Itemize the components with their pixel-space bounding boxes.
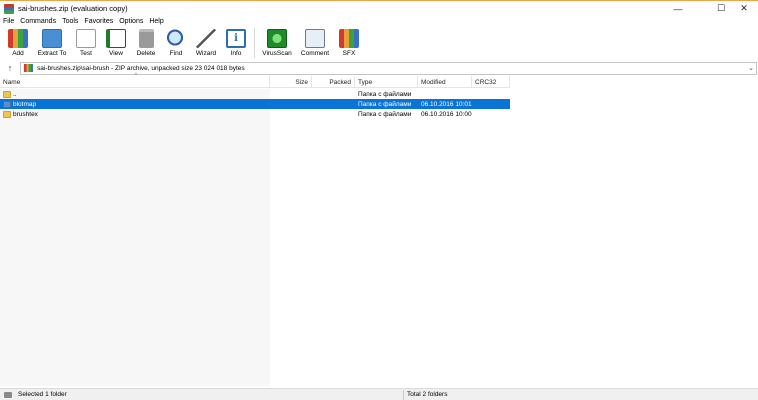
winrar-app-icon [4, 3, 14, 14]
column-header-type[interactable]: Type [355, 76, 418, 88]
row-type: Папка с файлами [358, 100, 412, 108]
toolbar-separator [254, 28, 255, 58]
name-column-background [0, 89, 270, 386]
row-packed [312, 109, 355, 119]
sfx-icon [339, 29, 359, 48]
archive-icon [24, 64, 33, 72]
add-archive-icon [8, 29, 28, 48]
menu-options[interactable]: Options [119, 18, 143, 25]
status-bar: Selected 1 folder Total 2 folders [0, 388, 758, 400]
archive-path-box[interactable]: sai-brushes.zip\sai-brush - ZIP archive,… [20, 61, 757, 75]
comment-icon [305, 29, 325, 48]
wizard-button[interactable]: Wizard [191, 27, 221, 60]
extract-to-button-label: Extract To [37, 50, 67, 57]
row-name-cell: blotmap [0, 99, 270, 109]
row-packed [312, 89, 355, 99]
table-row-parent[interactable]: .. Папка с файлами [0, 89, 510, 99]
close-button[interactable]: ✕ [730, 1, 758, 16]
path-dropdown-icon[interactable]: ⌄ [746, 64, 756, 72]
title-bar: sai-brushes.zip (evaluation copy) — ☐ ✕ [0, 0, 758, 16]
wizard-button-label: Wizard [195, 50, 217, 57]
row-modified: 06.10.2016 10:01 [421, 100, 472, 108]
menu-commands[interactable]: Commands [20, 18, 56, 25]
status-selection: Selected 1 folder [18, 391, 67, 398]
folder-icon [3, 110, 11, 118]
extract-to-button[interactable]: Extract To [33, 27, 71, 60]
info-button[interactable]: i Info [221, 27, 251, 60]
minimize-button[interactable]: — [664, 1, 692, 16]
comment-button-label: Comment [300, 50, 330, 57]
find-button-label: Find [169, 50, 183, 57]
sort-caret-icon: ^ [134, 73, 138, 79]
row-size [270, 89, 312, 99]
sfx-button[interactable]: SFX [334, 27, 364, 60]
menu-file[interactable]: File [3, 18, 14, 25]
wand-icon [196, 29, 216, 48]
folder-icon [3, 100, 11, 108]
virus-scan-icon [267, 29, 287, 48]
virusscan-button[interactable]: VirusScan [258, 27, 296, 60]
column-header-crc32[interactable]: CRC32 [472, 76, 510, 88]
file-list[interactable]: Name ^ Size Packed Type Modified CRC32 .… [0, 73, 758, 386]
folder-icon [3, 90, 11, 98]
row-modified [418, 89, 472, 99]
row-name: .. [13, 90, 17, 98]
menu-favorites[interactable]: Favorites [84, 18, 113, 25]
test-button-label: Test [80, 50, 92, 57]
virusscan-button-label: VirusScan [262, 50, 292, 57]
row-name: blotmap [13, 100, 37, 108]
view-button-label: View [109, 50, 123, 57]
magnifier-icon [166, 29, 186, 48]
comment-button[interactable]: Comment [296, 27, 334, 60]
test-button[interactable]: Test [71, 27, 101, 60]
status-separator [403, 389, 404, 400]
table-row-blotmap[interactable]: blotmap Папка с файлами 06.10.2016 10:01 [0, 99, 510, 109]
extract-folder-icon [42, 29, 62, 48]
column-header-size[interactable]: Size [270, 76, 312, 88]
toolbar: Add Extract To Test View Delete Find Wiz… [0, 27, 758, 61]
column-header-packed[interactable]: Packed [312, 76, 355, 88]
window-title: sai-brushes.zip (evaluation copy) [18, 4, 128, 13]
view-button[interactable]: View [101, 27, 131, 60]
column-header-modified[interactable]: Modified [418, 76, 472, 88]
info-button-label: Info [230, 50, 242, 57]
archive-path-text: sai-brushes.zip\sai-brush - ZIP archive,… [37, 64, 245, 72]
add-button[interactable]: Add [3, 27, 33, 60]
table-row-brushtex[interactable]: brushtex Папка с файлами 06.10.2016 10:0… [0, 109, 510, 119]
row-packed [312, 99, 355, 109]
row-modified: 06.10.2016 10:00 [421, 110, 472, 118]
menu-bar: File Commands Tools Favorites Options He… [0, 16, 758, 27]
info-icon: i [226, 29, 246, 48]
row-name: brushtex [13, 110, 38, 118]
file-rows: .. Папка с файлами blotmap Папка с файла… [0, 89, 510, 119]
column-name-label: Name [3, 78, 21, 86]
column-header-name[interactable]: Name ^ [0, 73, 270, 88]
row-crc [472, 89, 510, 99]
add-button-label: Add [12, 50, 24, 57]
view-book-icon [106, 29, 126, 48]
status-total: Total 2 folders [407, 391, 448, 398]
row-size [270, 99, 312, 109]
row-size [270, 109, 312, 119]
menu-tools[interactable]: Tools [62, 18, 78, 25]
trash-icon [138, 29, 154, 48]
address-bar: ↑ sai-brushes.zip\sai-brush - ZIP archiv… [0, 61, 758, 75]
row-crc [472, 109, 510, 119]
sfx-button-label: SFX [342, 50, 356, 57]
drive-icon [4, 391, 12, 398]
up-one-level-button[interactable]: ↑ [0, 61, 20, 75]
find-button[interactable]: Find [161, 27, 191, 60]
menu-help[interactable]: Help [149, 18, 163, 25]
test-icon [76, 29, 96, 48]
delete-button-label: Delete [136, 50, 156, 57]
row-name-cell: .. [0, 89, 270, 99]
delete-button[interactable]: Delete [131, 27, 161, 60]
row-type: Папка с файлами [358, 90, 412, 98]
row-name-cell: brushtex [0, 109, 270, 119]
file-list-header: Name ^ Size Packed Type Modified CRC32 [0, 73, 510, 88]
row-crc [472, 99, 510, 109]
row-type: Папка с файлами [358, 110, 412, 118]
